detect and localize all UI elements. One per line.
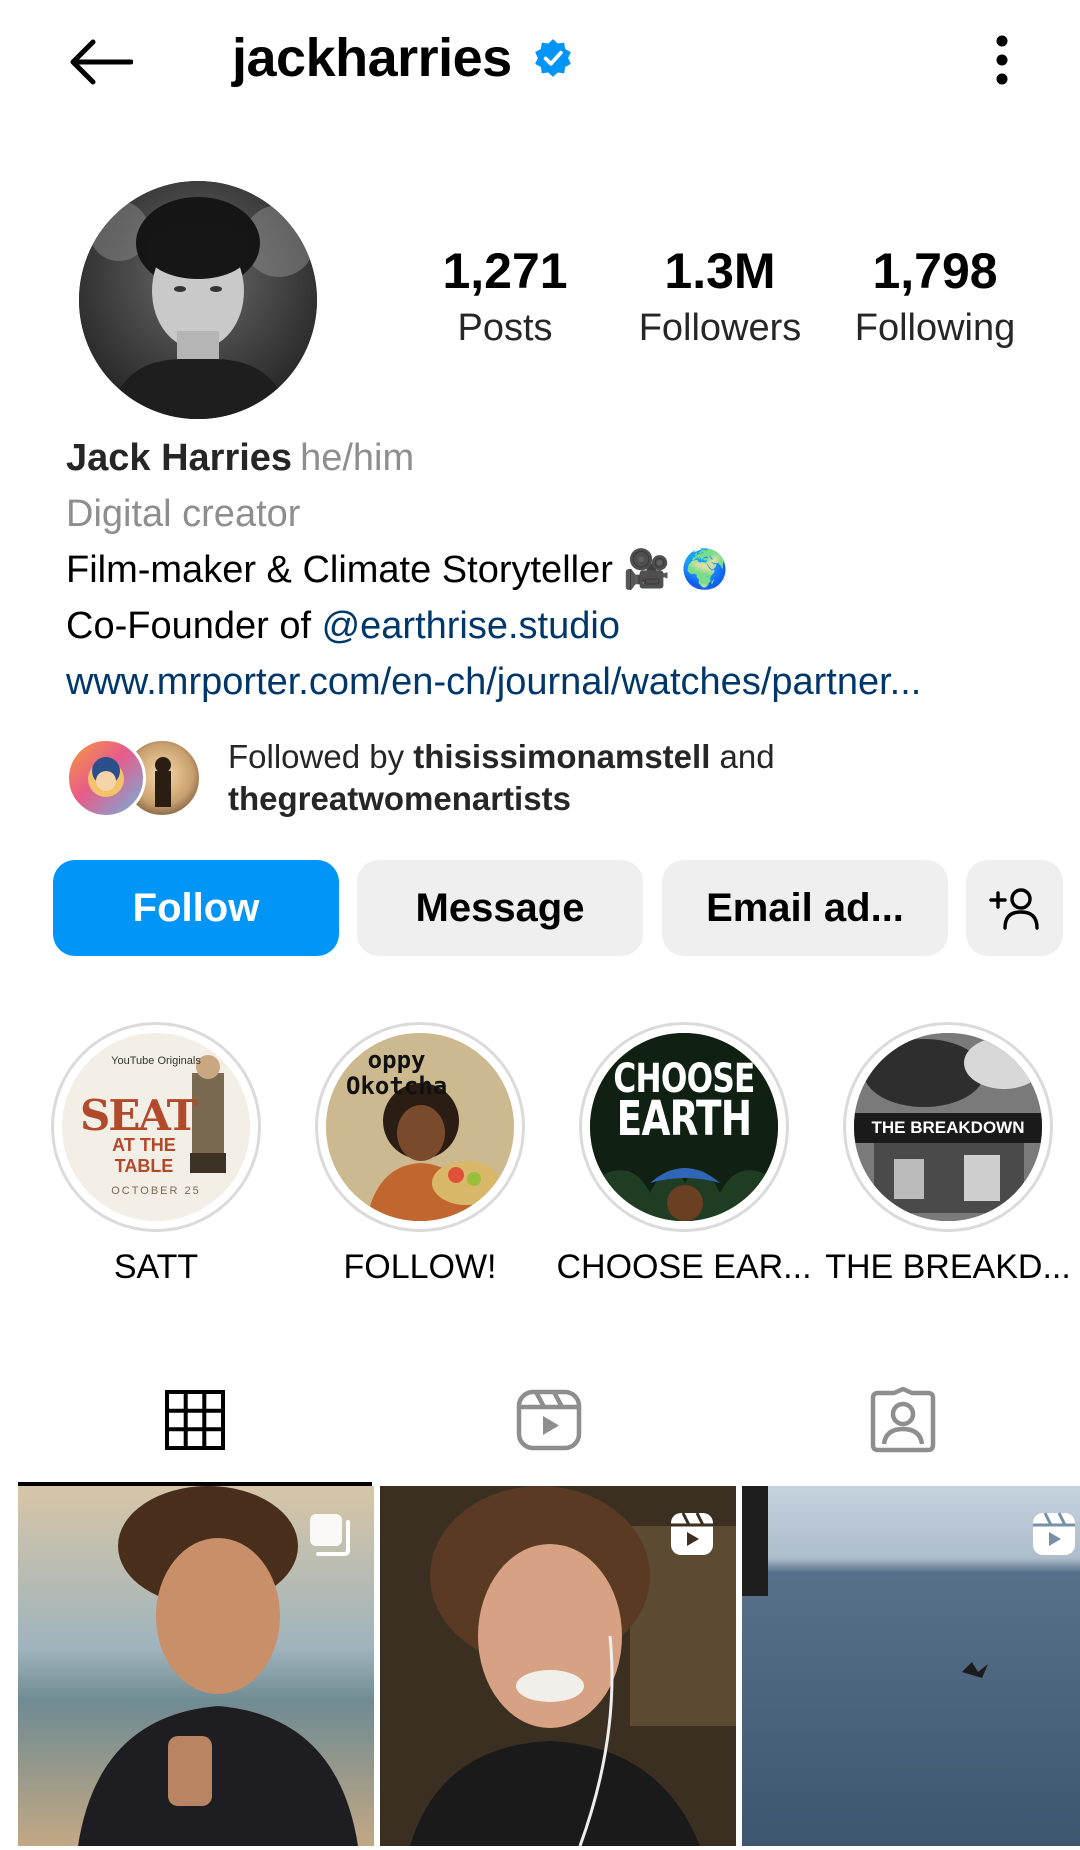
username-text: jackharries — [232, 28, 512, 88]
carousel-icon — [310, 1514, 350, 1556]
reel-icon — [671, 1512, 713, 1555]
highlight-cover: YouTube Originals SEAT AT THE TABLE OCTO… — [62, 1033, 250, 1221]
reel-icon — [1033, 1512, 1075, 1555]
avatar-photo — [79, 181, 317, 419]
highlight-choose-earth[interactable]: CHOOSE EARTH CHOOSE EAR... — [554, 1022, 814, 1287]
reels-icon — [516, 1389, 582, 1451]
followed-by-text: Followed by thisissimonamstell and thegr… — [228, 736, 775, 820]
story-highlights: YouTube Originals SEAT AT THE TABLE OCTO… — [0, 1022, 1080, 1292]
followed-by-prefix: Followed by — [228, 738, 414, 775]
mutual-username[interactable]: thegreatwomenartists — [228, 780, 571, 817]
profile-tabs — [18, 1360, 1080, 1486]
kebab-menu-icon — [996, 35, 1008, 85]
profile-actions: Follow Message Email ad... — [53, 860, 1063, 956]
followed-by[interactable]: Followed by thisissimonamstell and thegr… — [66, 736, 1046, 826]
profile-stats: 1,271 Posts 1.3M Followers 1,798 Followi… — [400, 240, 1040, 354]
highlight-label: SATT — [113, 1248, 199, 1286]
highlight-cover-text: CHOOSE EARTH — [613, 1056, 755, 1147]
bio-name-row: Jack Harries he/him — [66, 430, 1046, 486]
mutual-avatar — [66, 738, 146, 818]
tab-posts-grid[interactable] — [18, 1360, 372, 1486]
stat-following[interactable]: 1,798 Following — [830, 240, 1040, 354]
highlight-label: FOLLOW! — [343, 1248, 497, 1286]
highlight-ring: YouTube Originals SEAT AT THE TABLE OCTO… — [51, 1022, 261, 1232]
highlight-label: CHOOSE EAR... — [556, 1248, 812, 1286]
highlight-cover-text: AT THE TABLE — [112, 1135, 176, 1176]
highlight-satt[interactable]: YouTube Originals SEAT AT THE TABLE OCTO… — [26, 1022, 286, 1287]
highlight-cover-text: THE BREAKDOWN — [854, 1113, 1042, 1143]
mutual-avatar-image — [88, 757, 124, 797]
stat-value: 1.3M — [664, 243, 776, 299]
highlight-the-breakdown[interactable]: THE BREAKDOWN THE BREAKD... — [818, 1022, 1078, 1287]
highlight-label: THE BREAKD... — [825, 1248, 1071, 1286]
profile-avatar[interactable] — [79, 181, 317, 419]
tab-reels[interactable] — [372, 1360, 726, 1480]
highlight-follow[interactable]: oppy Okotcha FOLLOW! — [290, 1022, 550, 1287]
stat-label: Followers — [638, 307, 802, 349]
account-category: Digital creator — [66, 493, 301, 535]
highlight-cover-text: SEAT — [80, 1091, 198, 1140]
stat-value: 1,798 — [872, 243, 998, 299]
stat-label: Following — [854, 307, 1016, 349]
highlight-cover: THE BREAKDOWN — [854, 1033, 1042, 1221]
grid-icon — [165, 1390, 225, 1450]
highlight-ring: CHOOSE EARTH — [579, 1022, 789, 1232]
stat-posts[interactable]: 1,271 Posts — [400, 240, 610, 354]
stat-followers[interactable]: 1.3M Followers — [615, 240, 825, 354]
post-thumbnail[interactable] — [742, 1486, 1080, 1846]
profile-header: jackharries — [0, 0, 1080, 120]
stat-label: Posts — [457, 307, 553, 349]
back-button[interactable] — [64, 30, 136, 94]
highlight-ring: THE BREAKDOWN — [843, 1022, 1053, 1232]
bio-line: Film-maker & Climate Storyteller 🎥 🌍 — [66, 549, 729, 591]
website-link[interactable]: www.mrporter.com/en-ch/journal/watches/p… — [66, 654, 1046, 710]
highlight-cover-text: oppy Okotcha — [346, 1046, 448, 1100]
suggested-users-button[interactable] — [966, 860, 1063, 956]
tab-tagged[interactable] — [726, 1360, 1080, 1480]
email-button[interactable]: Email ad... — [662, 860, 948, 956]
more-options-button[interactable] — [972, 28, 1032, 92]
highlight-cover: CHOOSE EARTH — [590, 1033, 778, 1221]
add-person-icon — [988, 888, 1039, 930]
arrow-left-icon — [70, 39, 133, 85]
mutual-username[interactable]: thisissimonamstell — [413, 738, 710, 775]
display-name: Jack Harries — [66, 437, 293, 479]
pronouns: he/him — [300, 437, 415, 479]
follow-button[interactable]: Follow — [53, 860, 339, 956]
post-thumbnail[interactable] — [380, 1486, 736, 1846]
bio-text: Co-Founder of — [66, 605, 322, 647]
stat-value: 1,271 — [442, 243, 568, 299]
highlight-ring: oppy Okotcha — [315, 1022, 525, 1232]
bio-line-cofounder: Co-Founder of @earthrise.studio — [66, 598, 1046, 654]
post-thumbnail[interactable] — [18, 1486, 374, 1846]
followed-by-joiner: and — [710, 738, 775, 775]
message-button[interactable]: Message — [357, 860, 643, 956]
highlight-cover-text: OCTOBER 25 — [111, 1185, 201, 1197]
profile-username: jackharries — [232, 22, 574, 94]
tagged-person-icon — [870, 1387, 936, 1453]
verified-badge-icon — [534, 39, 571, 77]
highlight-cover-text: YouTube Originals — [111, 1055, 201, 1067]
mention-link[interactable]: @earthrise.studio — [322, 605, 620, 647]
profile-bio: Jack Harries he/him Digital creator Film-… — [66, 430, 1046, 710]
highlight-cover: oppy Okotcha — [326, 1033, 514, 1221]
